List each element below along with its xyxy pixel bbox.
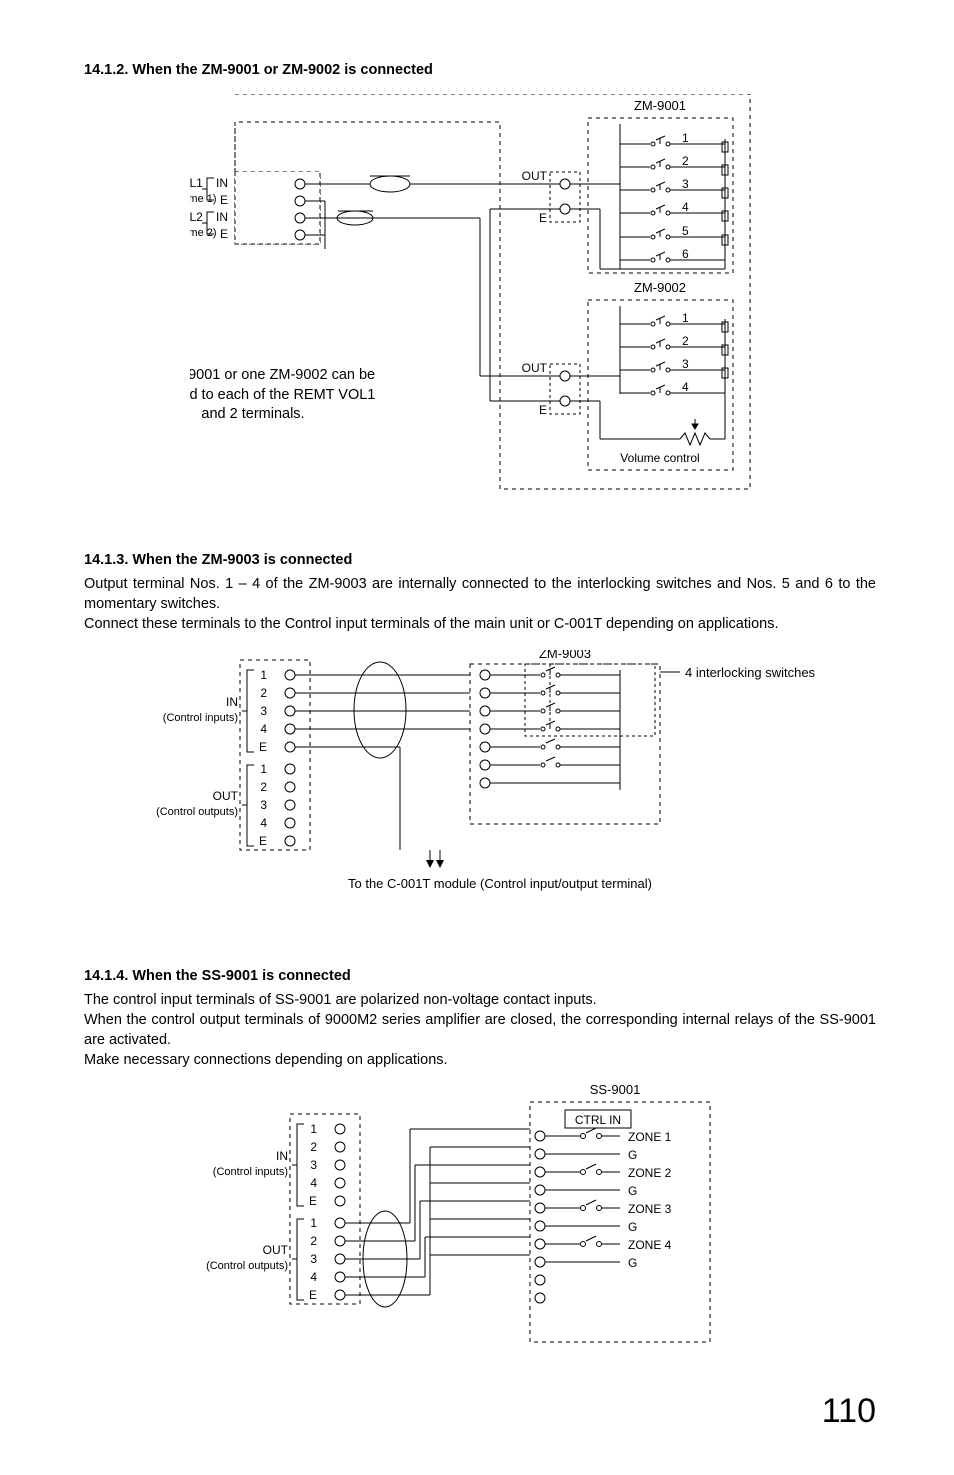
svg-text:G: G [628,1256,637,1270]
zone4: ZONE 4 [628,1238,672,1252]
note-body: One ZM-9001 or one ZM-9002 can be connec… [190,366,383,425]
svg-text:5: 5 [453,741,460,755]
remt1-sub: (Remote volume 1) [190,193,217,205]
zm9001-sw1: 1 [682,131,689,145]
zm9003-label: ZM-9003 [539,650,591,661]
svg-text:1: 1 [260,668,267,682]
zm9002-sw3: 3 [682,357,689,371]
svg-text:4: 4 [310,1270,317,1284]
svg-text:E: E [259,740,267,754]
svg-text:2: 2 [310,1140,317,1154]
remt1-e: E [220,193,228,207]
svg-text:1: 1 [260,762,267,776]
remt1-label: REMT VOL1 [190,176,203,190]
svg-text:4: 4 [260,816,267,830]
svg-text:1: 1 [570,671,576,683]
svg-text:2: 2 [570,689,576,701]
svg-text:3: 3 [260,704,267,718]
svg-text:E: E [453,777,461,791]
s1414-body2: When the control output terminals of 900… [84,1010,876,1050]
zm9001-label: ZM-9001 [634,98,686,113]
section-1414-body: The control input terminals of SS-9001 a… [84,990,876,1070]
interlocking-label: 4 interlocking switches [685,665,816,680]
svg-text:E: E [309,1288,317,1302]
ctrlin-label: CTRL IN [575,1113,621,1127]
svg-text:E: E [259,834,267,848]
svg-text:(Control outputs): (Control outputs) [206,1260,288,1272]
section-1413-body: Output terminal Nos. 1 – 4 of the ZM-900… [84,574,876,634]
svg-text:1: 1 [310,1216,317,1230]
figure-1412: IN E IN E ZM-9001 OUT E 1 2 3 4 5 6 [84,94,876,500]
out-1: OUT [522,169,548,183]
e-1: E [539,211,547,225]
in-label: IN [226,695,238,709]
zm9001-sw6: 6 [682,247,689,261]
ctrl-out-label: (Control outputs) [156,806,238,818]
remt2-e: E [220,227,228,241]
svg-text:4: 4 [453,723,460,737]
svg-text:OUT: OUT [263,1243,289,1257]
svg-text:3: 3 [570,707,576,719]
zm9001-sw4: 4 [682,200,689,214]
remt2-in: IN [216,210,228,224]
zm9001-sw2: 2 [682,154,689,168]
s1414-body1: The control input terminals of SS-9001 a… [84,990,876,1010]
svg-text:2: 2 [260,686,267,700]
volctrl-label: Volume control [620,451,699,465]
svg-text:2: 2 [260,780,267,794]
svg-text:3: 3 [310,1158,317,1172]
svg-text:3: 3 [260,798,267,812]
svg-text:2: 2 [310,1234,317,1248]
svg-text:G: G [628,1184,637,1198]
svg-text:1: 1 [310,1122,317,1136]
zm9002-sw1: 1 [682,311,689,325]
svg-text:G: G [628,1148,637,1162]
remt1-in: IN [216,176,228,190]
svg-text:4: 4 [310,1176,317,1190]
svg-text:1: 1 [453,669,460,683]
svg-text:2: 2 [453,687,460,701]
zone3: ZONE 3 [628,1202,672,1216]
zm9002-sw4: 4 [682,380,689,394]
section-1412-header: 14.1.2. When the ZM-9001 or ZM-9002 is c… [84,60,876,80]
s1414-body3: Make necessary connections depending on … [84,1050,876,1070]
svg-text:6: 6 [570,761,576,773]
page-number: 110 [84,1388,876,1435]
figure-1414: 1 2 3 4 E 1 2 3 4 E IN (Control inputs) … [84,1084,876,1360]
svg-text:G: G [628,1220,637,1234]
svg-text:4: 4 [260,722,267,736]
e-2: E [539,403,547,417]
fig1413-caption: To the C-001T module (Control input/outp… [348,876,652,891]
section-1413-header: 14.1.3. When the ZM-9003 is connected [84,550,876,570]
zm9002-label: ZM-9002 [634,280,686,295]
ctrl-in-label: (Control inputs) [163,712,238,724]
remt2-sub: (Remote volume 2) [190,227,217,239]
zm9001-sw5: 5 [682,224,689,238]
svg-text:IN: IN [276,1149,288,1163]
remt2-label: REMT VOL2 [190,210,203,224]
svg-text:6: 6 [453,759,460,773]
zm9001-sw3: 3 [682,177,689,191]
zone1: ZONE 1 [628,1130,672,1144]
svg-text:5: 5 [570,743,576,755]
zm9002-sw2: 2 [682,334,689,348]
svg-text:E: E [309,1194,317,1208]
svg-text:3: 3 [310,1252,317,1266]
svg-text:4: 4 [570,725,576,737]
out-label: OUT [213,789,239,803]
section-1414-header: 14.1.4. When the SS-9001 is connected [84,966,876,986]
ss9001-label: SS-9001 [590,1084,641,1097]
zone2: ZONE 2 [628,1166,672,1180]
figure-1413: 1 2 3 4 E 1 2 3 4 E IN (Control inputs) … [84,650,876,916]
svg-text:3: 3 [453,705,460,719]
svg-text:(Control inputs): (Control inputs) [213,1166,288,1178]
out-2: OUT [522,361,548,375]
